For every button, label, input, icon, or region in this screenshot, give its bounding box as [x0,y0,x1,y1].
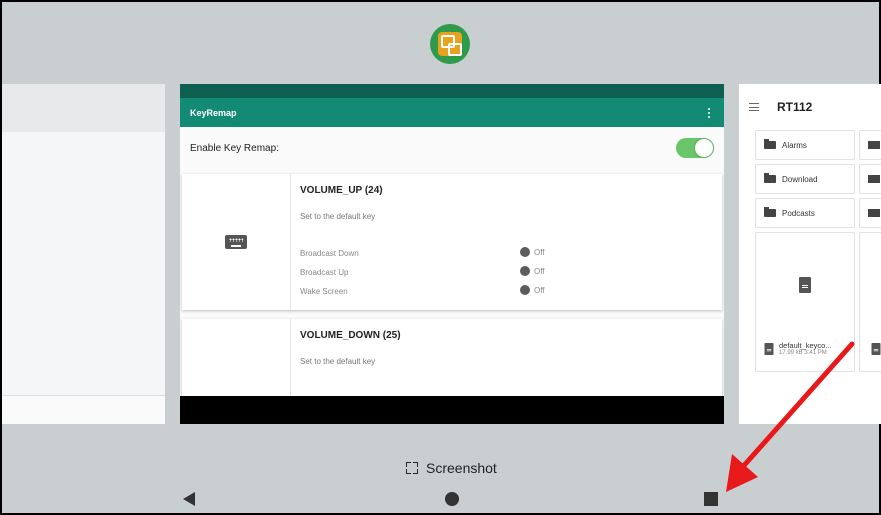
more-options-icon[interactable] [704,104,714,122]
folder-icon [764,207,776,217]
files-title: RT112 [777,100,813,114]
folder-icon [764,139,776,149]
folder-item[interactable]: Alarms [755,130,855,160]
folder-icon [764,173,776,183]
recents-screen: KeyRemap Enable Key Remap: VOLUME_UP (24… [2,2,881,513]
folder-icon [868,209,880,217]
folder-item[interactable]: Download [755,164,855,194]
document-icon [871,343,881,355]
option-label: Broadcast Down [300,249,359,258]
status-bar [180,84,724,98]
back-icon[interactable] [183,492,195,506]
enable-toggle[interactable] [676,138,714,158]
recent-app-card-left[interactable] [2,84,165,424]
screenshot-icon [406,462,418,474]
app-title: KeyRemap [190,107,237,118]
option-toggle[interactable]: Off [520,285,545,295]
folder-item[interactable] [859,198,881,228]
key-card-volume-up[interactable]: VOLUME_UP (24) Set to the default key Br… [182,174,722,310]
annotation-arrow-icon [726,341,855,492]
enable-row: Enable Key Remap: [180,127,724,169]
nav-overlay-bar [180,396,724,424]
menu-icon[interactable] [749,103,759,111]
keyboard-icon [225,235,247,249]
key-title: VOLUME_DOWN (25) [300,330,401,341]
app-bar: KeyRemap [180,98,724,127]
key-subtitle: Set to the default key [300,212,376,221]
toggle-off-icon [520,285,530,295]
option-label: Broadcast Up [300,268,349,277]
option-toggle[interactable]: Off [520,247,545,257]
app-icon[interactable] [430,24,470,64]
home-icon[interactable] [445,492,459,506]
folder-item[interactable] [859,130,881,160]
key-title: VOLUME_UP (24) [300,185,383,196]
folder-item[interactable] [859,164,881,194]
document-icon [799,277,811,293]
folder-item[interactable]: Podcasts [755,198,855,228]
key-subtitle: Set to the default key [300,357,376,366]
screenshot-label: Screenshot [426,460,497,476]
folder-icon [868,141,880,149]
option-toggle[interactable]: Off [520,266,545,276]
recent-app-card-keyremap[interactable]: KeyRemap Enable Key Remap: VOLUME_UP (24… [180,84,724,424]
enable-label: Enable Key Remap: [190,142,279,154]
toggle-off-icon [520,266,530,276]
toggle-off-icon [520,247,530,257]
option-label: Wake Screen [300,287,348,296]
screenshot-button[interactable]: Screenshot [406,460,497,476]
folder-icon [868,175,880,183]
